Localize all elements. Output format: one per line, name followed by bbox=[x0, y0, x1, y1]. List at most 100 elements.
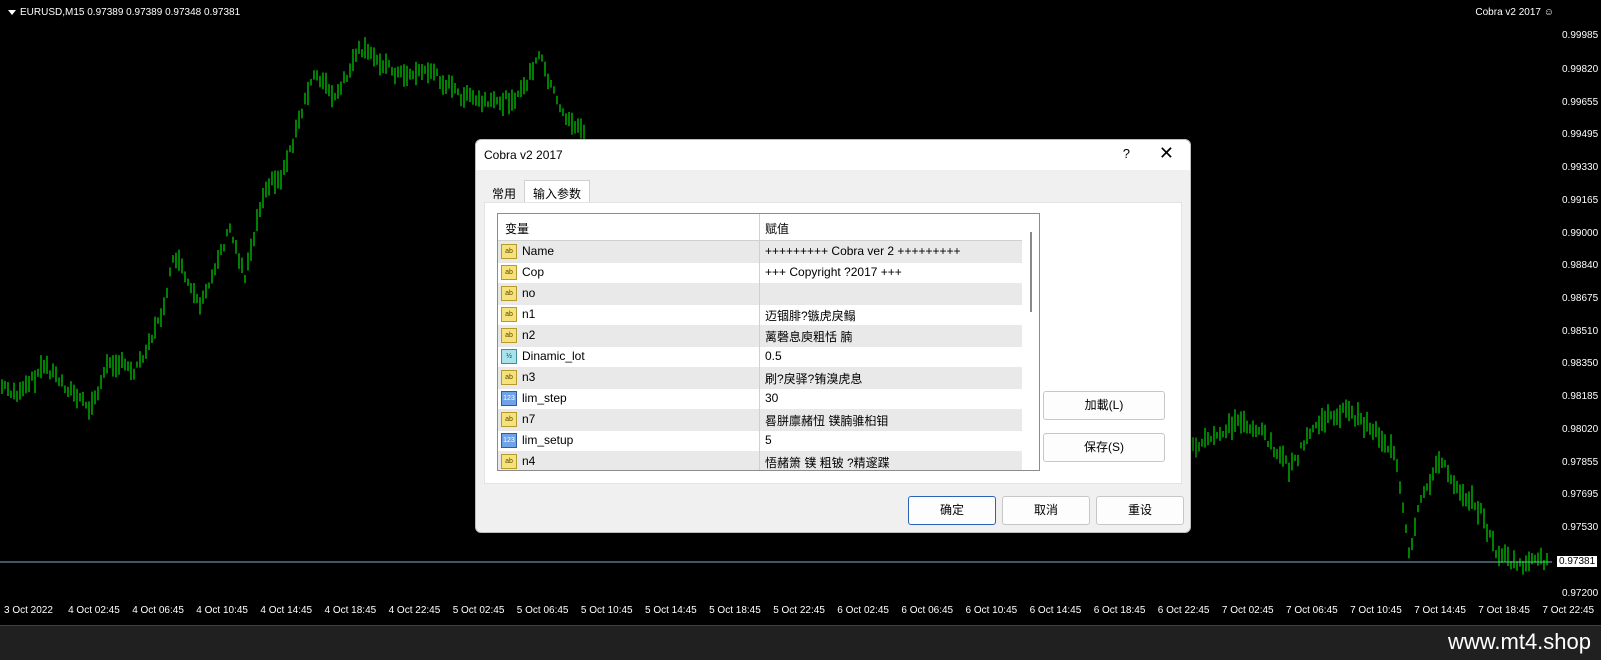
time-tick-label: 4 Oct 14:45 bbox=[260, 605, 313, 616]
parameter-name: n3 bbox=[522, 370, 536, 384]
smiley-icon: ☺ bbox=[1543, 7, 1554, 18]
parameter-row[interactable]: ab Name +++++++++ Cobra ver 2 +++++++++ bbox=[498, 241, 1022, 263]
ok-button[interactable]: 确定 bbox=[908, 496, 996, 525]
parameter-value[interactable]: 悟赭箫 镤 粗铍 ?精邃蹀 bbox=[765, 454, 890, 470]
integer-type-icon: 123 bbox=[501, 433, 517, 448]
string-type-icon: ab bbox=[501, 370, 517, 385]
parameter-row[interactable]: 123 lim_setup 5 bbox=[498, 430, 1022, 452]
cancel-button[interactable]: 取消 bbox=[1002, 496, 1090, 525]
price-tick-label: 0.98840 bbox=[1562, 260, 1599, 271]
ea-properties-dialog: Cobra v2 2017 ? ✕ 常用 输入参数 变量 赋值 ab Name +++… bbox=[475, 139, 1191, 533]
time-tick-label: 7 Oct 18:45 bbox=[1478, 605, 1530, 616]
price-tick-label: 0.98185 bbox=[1562, 391, 1599, 402]
string-type-icon: ab bbox=[501, 328, 517, 343]
price-tick-label: 0.98020 bbox=[1562, 424, 1599, 435]
price-tick-label: 0.99000 bbox=[1562, 228, 1599, 239]
time-tick-label: 6 Oct 18:45 bbox=[1093, 605, 1146, 616]
scrollbar-thumb[interactable] bbox=[1030, 232, 1032, 312]
string-type-icon: ab bbox=[501, 286, 517, 301]
parameter-value[interactable]: 迈锢腓?镞虎戾鳎 bbox=[765, 307, 856, 324]
save-button[interactable]: 保存(S) bbox=[1043, 433, 1165, 462]
price-tick-label: 0.99985 bbox=[1562, 30, 1599, 41]
parameter-row[interactable]: ab n1 迈锢腓?镞虎戾鳎 bbox=[498, 304, 1022, 326]
current-price-label: 0.97381 bbox=[1557, 556, 1598, 567]
expert-advisor-label: Cobra v2 2017 ☺ bbox=[1475, 7, 1554, 18]
time-tick-label: 6 Oct 14:45 bbox=[1029, 605, 1082, 616]
integer-type-icon: 123 bbox=[501, 391, 517, 406]
time-tick-label: 6 Oct 06:45 bbox=[901, 605, 954, 616]
parameter-value[interactable]: +++ Copyright ?2017 +++ bbox=[765, 265, 902, 279]
string-type-icon: ab bbox=[501, 265, 517, 280]
parameter-name: no bbox=[522, 286, 536, 300]
time-tick-label: 6 Oct 10:45 bbox=[965, 605, 1018, 616]
price-tick-label: 0.99330 bbox=[1562, 162, 1599, 173]
dialog-title: Cobra v2 2017 bbox=[484, 148, 563, 162]
time-tick-label: 4 Oct 22:45 bbox=[388, 605, 441, 616]
watermark: www.mt4.shop bbox=[1447, 629, 1591, 654]
help-button[interactable]: ? bbox=[1123, 146, 1130, 161]
time-tick-label: 4 Oct 18:45 bbox=[324, 605, 377, 616]
price-tick-label: 0.98675 bbox=[1562, 293, 1599, 304]
parameters-grid: 变量 赋值 ab Name +++++++++ Cobra ver 2 ++++++… bbox=[497, 213, 1040, 471]
parameter-value[interactable]: 30 bbox=[765, 391, 778, 405]
parameter-row[interactable]: ab no bbox=[498, 283, 1022, 305]
parameter-row[interactable]: ab n7 晷胼廪赭忸 镤腩骓桕钼 bbox=[498, 409, 1022, 431]
price-tick-label: 0.99655 bbox=[1562, 97, 1599, 108]
parameter-row[interactable]: ½ Dinamic_lot 0.5 bbox=[498, 346, 1022, 368]
close-button[interactable]: ✕ bbox=[1159, 143, 1174, 164]
time-tick-label: 5 Oct 10:45 bbox=[580, 605, 633, 616]
price-tick-label: 0.99820 bbox=[1562, 64, 1599, 75]
time-tick-label: 7 Oct 10:45 bbox=[1350, 605, 1402, 616]
parameter-name: lim_step bbox=[522, 391, 567, 405]
time-tick-label: 7 Oct 14:45 bbox=[1414, 605, 1466, 616]
price-tick-label: 0.97695 bbox=[1562, 489, 1599, 500]
parameter-value[interactable]: 晷胼廪赭忸 镤腩骓桕钼 bbox=[765, 412, 888, 429]
parameter-value[interactable]: +++++++++ Cobra ver 2 +++++++++ bbox=[765, 244, 961, 258]
string-type-icon: ab bbox=[501, 244, 517, 259]
string-type-icon: ab bbox=[501, 307, 517, 322]
time-tick-label: 7 Oct 22:45 bbox=[1542, 605, 1595, 616]
time-tick-label: 5 Oct 22:45 bbox=[773, 605, 825, 616]
parameter-value[interactable]: 5 bbox=[765, 433, 772, 447]
time-tick-label: 6 Oct 22:45 bbox=[1157, 605, 1210, 616]
time-tick-label: 4 Oct 02:45 bbox=[68, 605, 120, 616]
parameter-row[interactable]: 123 lim_step 30 bbox=[498, 388, 1022, 410]
reset-button[interactable]: 重设 bbox=[1096, 496, 1184, 525]
price-tick-label: 0.98510 bbox=[1562, 326, 1599, 337]
time-tick-label: 5 Oct 14:45 bbox=[645, 605, 697, 616]
parameter-name: Dinamic_lot bbox=[522, 349, 585, 363]
parameter-value[interactable]: 0.5 bbox=[765, 349, 782, 363]
parameter-name: Name bbox=[522, 244, 555, 258]
price-tick-label: 0.97200 bbox=[1562, 588, 1599, 599]
parameter-row[interactable]: ab n2 蓠磬息庾粗恬 腩 bbox=[498, 325, 1022, 347]
parameter-name: lim_setup bbox=[522, 433, 574, 447]
double-type-icon: ½ bbox=[501, 349, 517, 364]
time-tick-label: 5 Oct 18:45 bbox=[709, 605, 761, 616]
symbol-info: EURUSD,M15 0.97389 0.97389 0.97348 0.973… bbox=[8, 7, 240, 18]
parameter-row[interactable]: ab n4 悟赭箫 镤 粗铍 ?精邃蹀 bbox=[498, 451, 1022, 470]
price-tick-label: 0.98350 bbox=[1562, 358, 1599, 369]
parameter-value[interactable]: 刷?戾驿?铕溴虎息 bbox=[765, 370, 862, 387]
parameter-name: n4 bbox=[522, 454, 536, 468]
string-type-icon: ab bbox=[501, 454, 517, 469]
grid-scrollbar[interactable] bbox=[1024, 216, 1038, 467]
time-tick-label: 5 Oct 06:45 bbox=[516, 605, 569, 616]
price-tick-label: 0.97530 bbox=[1562, 522, 1599, 533]
dialog-title-bar[interactable]: Cobra v2 2017 ? ✕ bbox=[476, 140, 1190, 170]
parameter-row[interactable]: ab n3 刷?戾驿?铕溴虎息 bbox=[498, 367, 1022, 389]
time-tick-label: 3 Oct 2022 bbox=[4, 605, 53, 616]
column-header-value[interactable]: 赋值 bbox=[765, 220, 789, 237]
price-tick-label: 0.99495 bbox=[1562, 129, 1599, 140]
load-button[interactable]: 加載(L) bbox=[1043, 391, 1165, 420]
parameter-value[interactable]: 蓠磬息庾粗恬 腩 bbox=[765, 328, 852, 345]
parameter-row[interactable]: ab Cop +++ Copyright ?2017 +++ bbox=[498, 262, 1022, 284]
column-header-variable[interactable]: 变量 bbox=[505, 220, 529, 237]
symbol-ohlc-text: EURUSD,M15 0.97389 0.97389 0.97348 0.973… bbox=[20, 7, 241, 18]
time-tick-label: 4 Oct 10:45 bbox=[196, 605, 248, 616]
dropdown-triangle-icon[interactable] bbox=[8, 9, 16, 15]
input-parameters-panel: 变量 赋值 ab Name +++++++++ Cobra ver 2 ++++++… bbox=[484, 202, 1182, 484]
time-tick-label: 5 Oct 02:45 bbox=[452, 605, 505, 616]
time-tick-label: 7 Oct 06:45 bbox=[1286, 605, 1338, 616]
price-tick-label: 0.99165 bbox=[1562, 195, 1599, 206]
price-tick-label: 0.97855 bbox=[1562, 457, 1599, 468]
